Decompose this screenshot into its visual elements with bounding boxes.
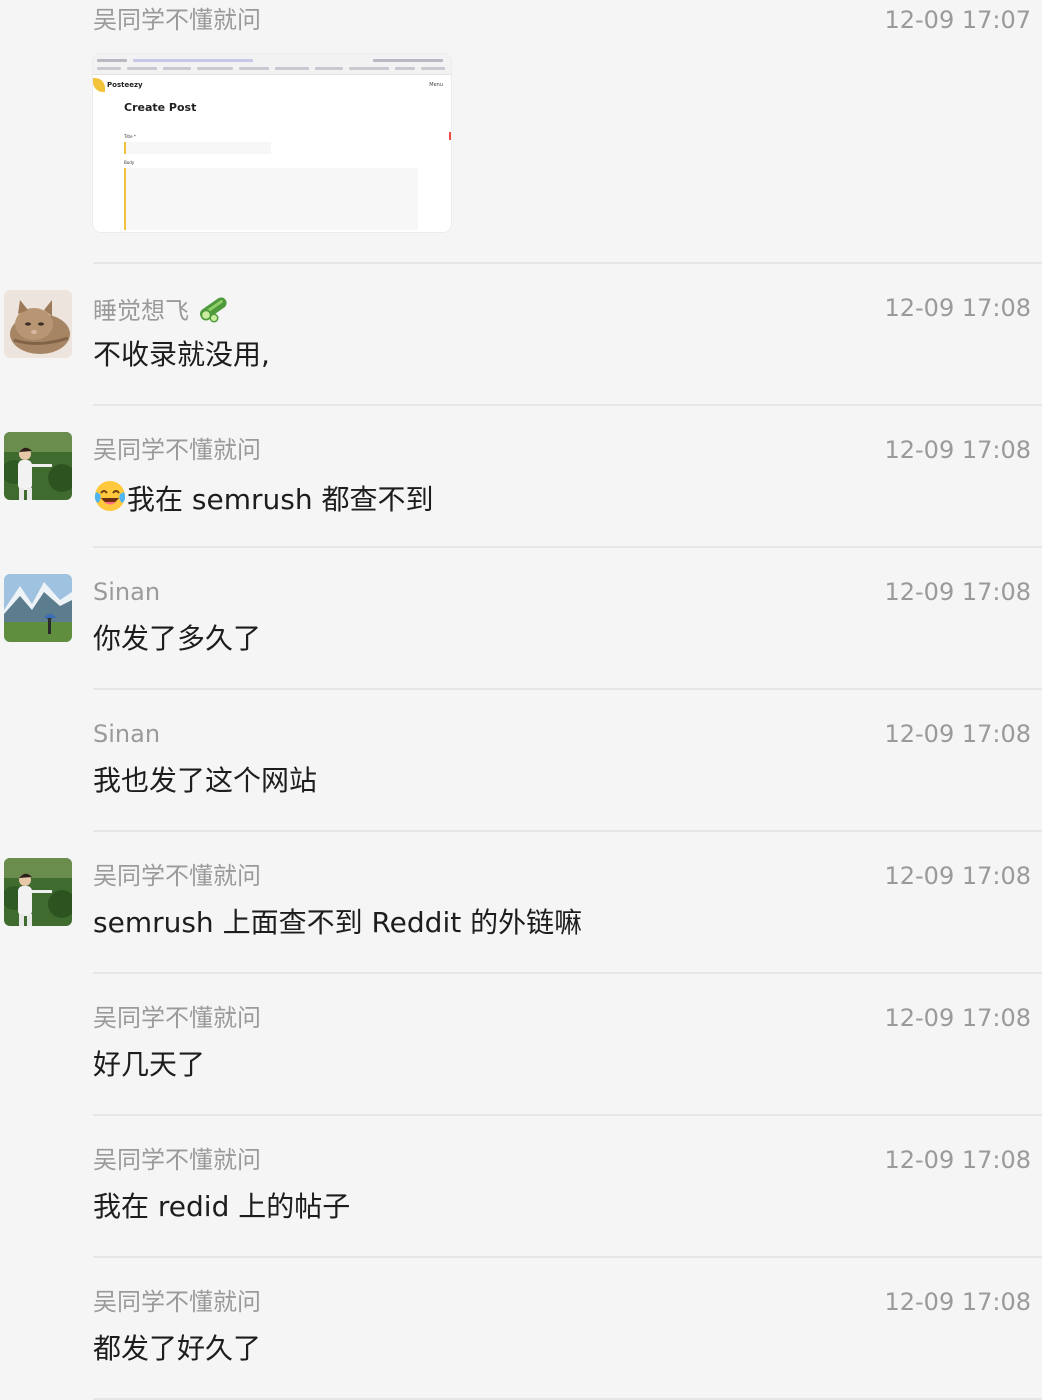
message-text: 你发了多久了 [93, 622, 262, 655]
avatar[interactable] [4, 858, 72, 926]
sender-name[interactable]: 吴同学不懂就问 [93, 861, 261, 891]
sender-name[interactable]: 吴同学不懂就问 [93, 1003, 261, 1033]
chat-message[interactable]: Sinan 12-09 17:08 我也发了这个网站 [0, 690, 1042, 832]
preview-title-field [124, 142, 271, 154]
message-time: 12-09 17:08 [884, 294, 1031, 322]
message-text: 好几天了 [93, 1048, 206, 1081]
chat-message[interactable]: 吴同学不懂就问 12-09 17:08 semrush 上面查不到 Reddit… [0, 832, 1042, 974]
message-text: 我也发了这个网站 [93, 764, 318, 797]
preview-menu: Menu [429, 82, 443, 88]
avatar[interactable] [4, 574, 72, 642]
preview-heading: Create Post [124, 101, 197, 114]
sender-name[interactable]: 吴同学不懂就问 [93, 435, 261, 465]
message-time: 12-09 17:07 [884, 6, 1031, 34]
chat-message[interactable]: 吴同学不懂就问 12-09 17:08 好几天了 [0, 974, 1042, 1116]
message-text: 都发了好久了 [93, 1332, 262, 1365]
cucumber-icon [197, 293, 229, 330]
sender-name[interactable]: 吴同学不懂就问 [93, 1145, 261, 1175]
chat-message[interactable]: 吴同学不懂就问 12-09 17:08 我在 semrush 都查不到 [0, 406, 1042, 548]
message-text: 我在 redid 上的帖子 [93, 1190, 351, 1223]
tears-of-joy-icon [93, 479, 127, 522]
chat-message[interactable]: 吴同学不懂就问 12-09 17:08 我在 redid 上的帖子 [0, 1116, 1042, 1258]
message-time: 12-09 17:08 [884, 720, 1031, 748]
chat-message[interactable]: Sinan 12-09 17:08 你发了多久了 [0, 548, 1042, 690]
message-time: 12-09 17:08 [884, 578, 1031, 606]
sender-name[interactable]: Sinan [93, 577, 160, 607]
message-time: 12-09 17:08 [884, 1004, 1031, 1032]
chat-message-list: 吴同学不懂就问 12-09 17:07 Posteezy Menu Create… [0, 0, 1042, 1400]
sender-name[interactable]: 睡觉想飞 [93, 293, 229, 330]
chat-message[interactable]: 吴同学不懂就问 12-09 17:08 都发了好久了 [0, 1258, 1042, 1400]
avatar[interactable] [4, 290, 72, 358]
message-time: 12-09 17:08 [884, 436, 1031, 464]
avatar[interactable] [4, 432, 72, 500]
screenshot-image[interactable]: Posteezy Menu Create Post Title * Body [93, 54, 451, 232]
posteezy-logo [93, 78, 105, 92]
sender-name[interactable]: Sinan [93, 719, 160, 749]
message-text: 我在 semrush 都查不到 [93, 479, 433, 522]
preview-brand: Posteezy [107, 81, 143, 89]
sender-name[interactable]: 吴同学不懂就问 [93, 5, 261, 35]
preview-body-field [124, 168, 418, 230]
message-text: 不收录就没用, [93, 338, 270, 371]
message-text: semrush 上面查不到 Reddit 的外链嘛 [93, 906, 583, 939]
message-time: 12-09 17:08 [884, 1288, 1031, 1316]
preview-body-label: Body [124, 160, 135, 165]
message-time: 12-09 17:08 [884, 1146, 1031, 1174]
browser-toolbar [93, 54, 451, 75]
preview-red-marker [449, 132, 451, 140]
chat-message[interactable]: 吴同学不懂就问 12-09 17:07 Posteezy Menu Create… [0, 0, 1042, 264]
preview-title-label: Title * [124, 134, 136, 139]
chat-message[interactable]: 睡觉想飞 12-09 17:08 不收录就没用, [0, 264, 1042, 406]
message-time: 12-09 17:08 [884, 862, 1031, 890]
sender-name[interactable]: 吴同学不懂就问 [93, 1287, 261, 1317]
